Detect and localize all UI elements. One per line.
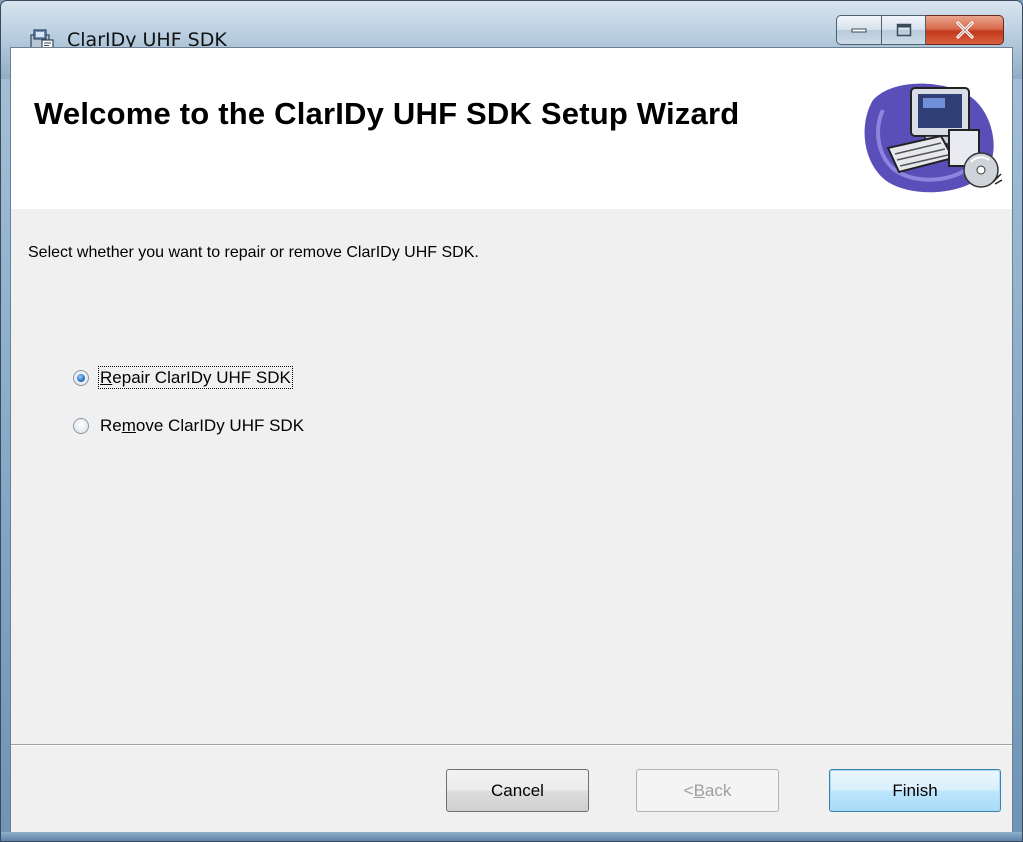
back-button[interactable]: < Back [636,769,779,812]
remove-label-accelerator: m [121,416,136,435]
repair-label-accelerator: R [100,368,113,387]
remove-label-prefix: Re [100,416,122,435]
caption-buttons [836,15,1004,45]
remove-option-label[interactable]: Remove ClarIDy UHF SDK [100,416,304,436]
repair-label-suffix: epair ClarIDy UHF SDK [112,368,291,387]
instruction-text: Select whether you want to repair or rem… [28,244,479,261]
back-label-suffix: ack [704,780,732,800]
close-button[interactable] [926,15,1004,45]
maximize-button[interactable] [882,15,926,45]
remove-option[interactable]: Remove ClarIDy UHF SDK [73,416,304,436]
remove-label-suffix: ove ClarIDy UHF SDK [135,416,305,435]
window-frame-bottom [1,832,1022,841]
back-label-prefix: < [683,780,694,800]
wizard-client-area: Welcome to the ClarIDy UHF SDK Setup Wiz… [10,47,1013,834]
banner-separator [11,208,1012,209]
wizard-banner: Welcome to the ClarIDy UHF SDK Setup Wiz… [11,48,1012,209]
repair-option[interactable]: Repair ClarIDy UHF SDK [73,366,293,389]
setup-wizard-window: ClarIDy UHF SDK Welcome to the ClarIDy U… [0,0,1023,842]
maximize-icon [896,23,911,37]
banner-title: Welcome to the ClarIDy UHF SDK Setup Wiz… [34,96,740,131]
finish-button[interactable]: Finish [829,769,1001,812]
cancel-button[interactable]: Cancel [446,769,589,812]
minimize-icon [851,28,867,33]
close-icon [955,21,974,39]
remove-radio-button[interactable] [73,418,89,434]
footer-separator-highlight [11,745,1012,746]
repair-option-label[interactable]: Repair ClarIDy UHF SDK [98,366,293,389]
repair-radio-button[interactable] [73,370,89,386]
computer-setup-icon [864,83,1003,193]
back-label-accelerator: B [693,780,705,800]
minimize-button[interactable] [836,15,882,45]
